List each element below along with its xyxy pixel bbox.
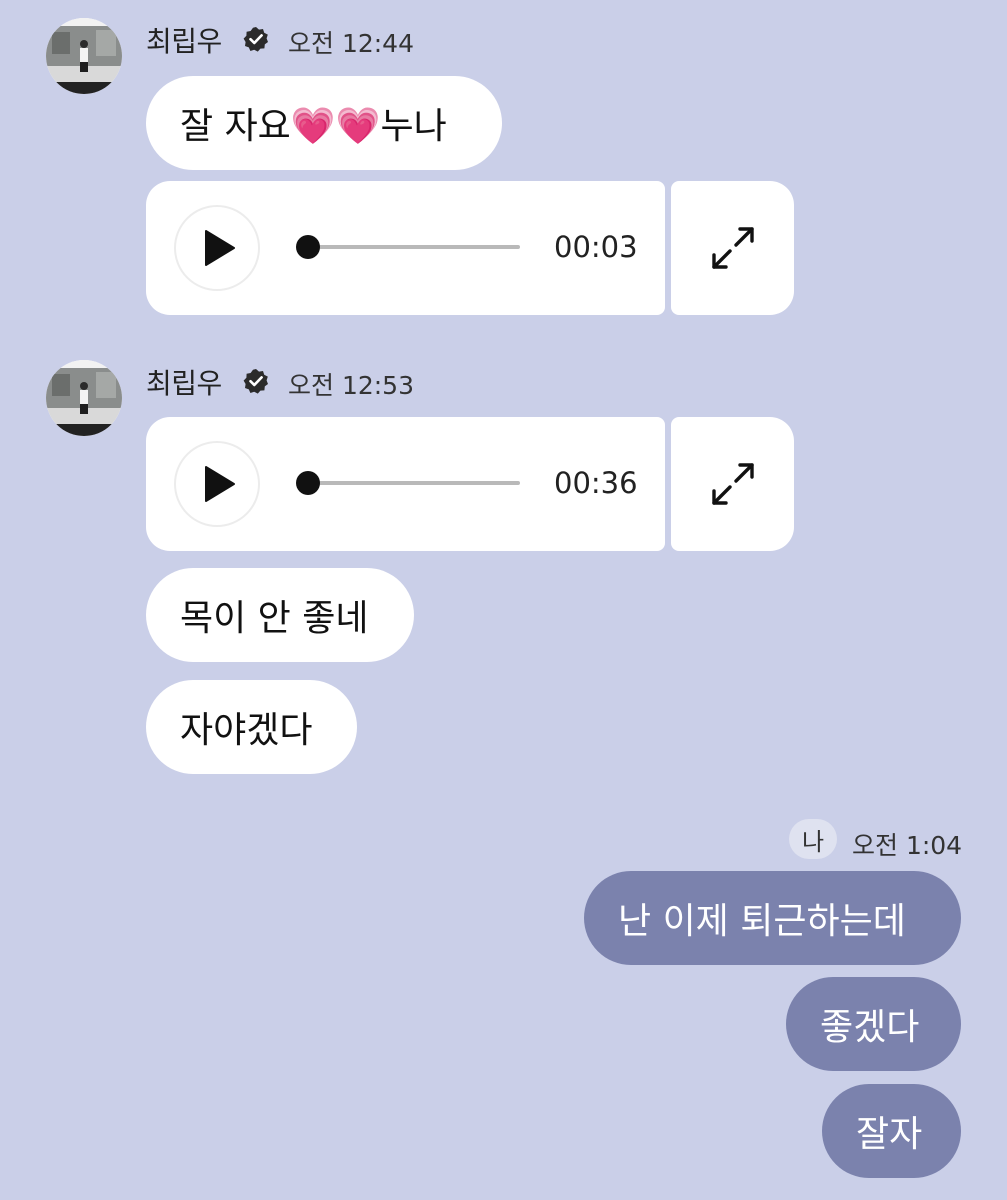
sender-name: 최립우: [146, 25, 222, 58]
message-text: 잘 자요💗💗누나: [180, 106, 447, 147]
voice-message-player: 00:36: [146, 417, 665, 551]
expand-button[interactable]: [671, 181, 794, 315]
progress-knob[interactable]: [296, 235, 320, 259]
message-text: 목이 안 좋네: [180, 598, 369, 639]
message-text: 좋겠다: [820, 1007, 920, 1048]
voice-duration: 00:03: [554, 230, 638, 264]
play-button[interactable]: [174, 205, 260, 291]
avatar[interactable]: [46, 360, 122, 436]
progress-knob[interactable]: [296, 471, 320, 495]
voice-duration: 00:36: [554, 466, 638, 500]
my-message-bubble[interactable]: 난 이제 퇴근하는데: [584, 871, 961, 965]
play-button[interactable]: [174, 441, 260, 527]
message-text: 잘자: [856, 1114, 923, 1155]
my-message-bubble[interactable]: 잘자: [822, 1084, 961, 1178]
progress-track[interactable]: [308, 481, 520, 485]
message-text: 난 이제 퇴근하는데: [618, 901, 906, 942]
message-timestamp: 오전 12:53: [288, 371, 414, 400]
avatar-photo: [46, 360, 122, 436]
verified-badge-icon: [243, 26, 269, 52]
play-icon: [205, 466, 235, 502]
avatar[interactable]: [46, 18, 122, 94]
my-message-bubble[interactable]: 좋겠다: [786, 977, 961, 1071]
progress-track[interactable]: [308, 245, 520, 249]
verified-badge-icon: [243, 368, 269, 394]
message-text: 자야겠다: [180, 710, 313, 751]
my-sender-label: 나: [801, 827, 825, 856]
play-icon: [205, 230, 235, 266]
expand-icon: [711, 227, 754, 269]
sender-name: 최립우: [146, 367, 222, 400]
message-timestamp: 오전 1:04: [852, 831, 963, 860]
expand-icon: [711, 463, 754, 505]
message-bubble[interactable]: 자야겠다: [146, 680, 357, 774]
avatar-photo: [46, 18, 122, 94]
expand-button[interactable]: [671, 417, 794, 551]
my-profile-badge: 나: [789, 819, 837, 859]
message-bubble[interactable]: 목이 안 좋네: [146, 568, 414, 662]
voice-message-player: 00:03: [146, 181, 665, 315]
message-bubble[interactable]: 잘 자요💗💗누나: [146, 76, 502, 170]
message-timestamp: 오전 12:44: [288, 29, 414, 58]
